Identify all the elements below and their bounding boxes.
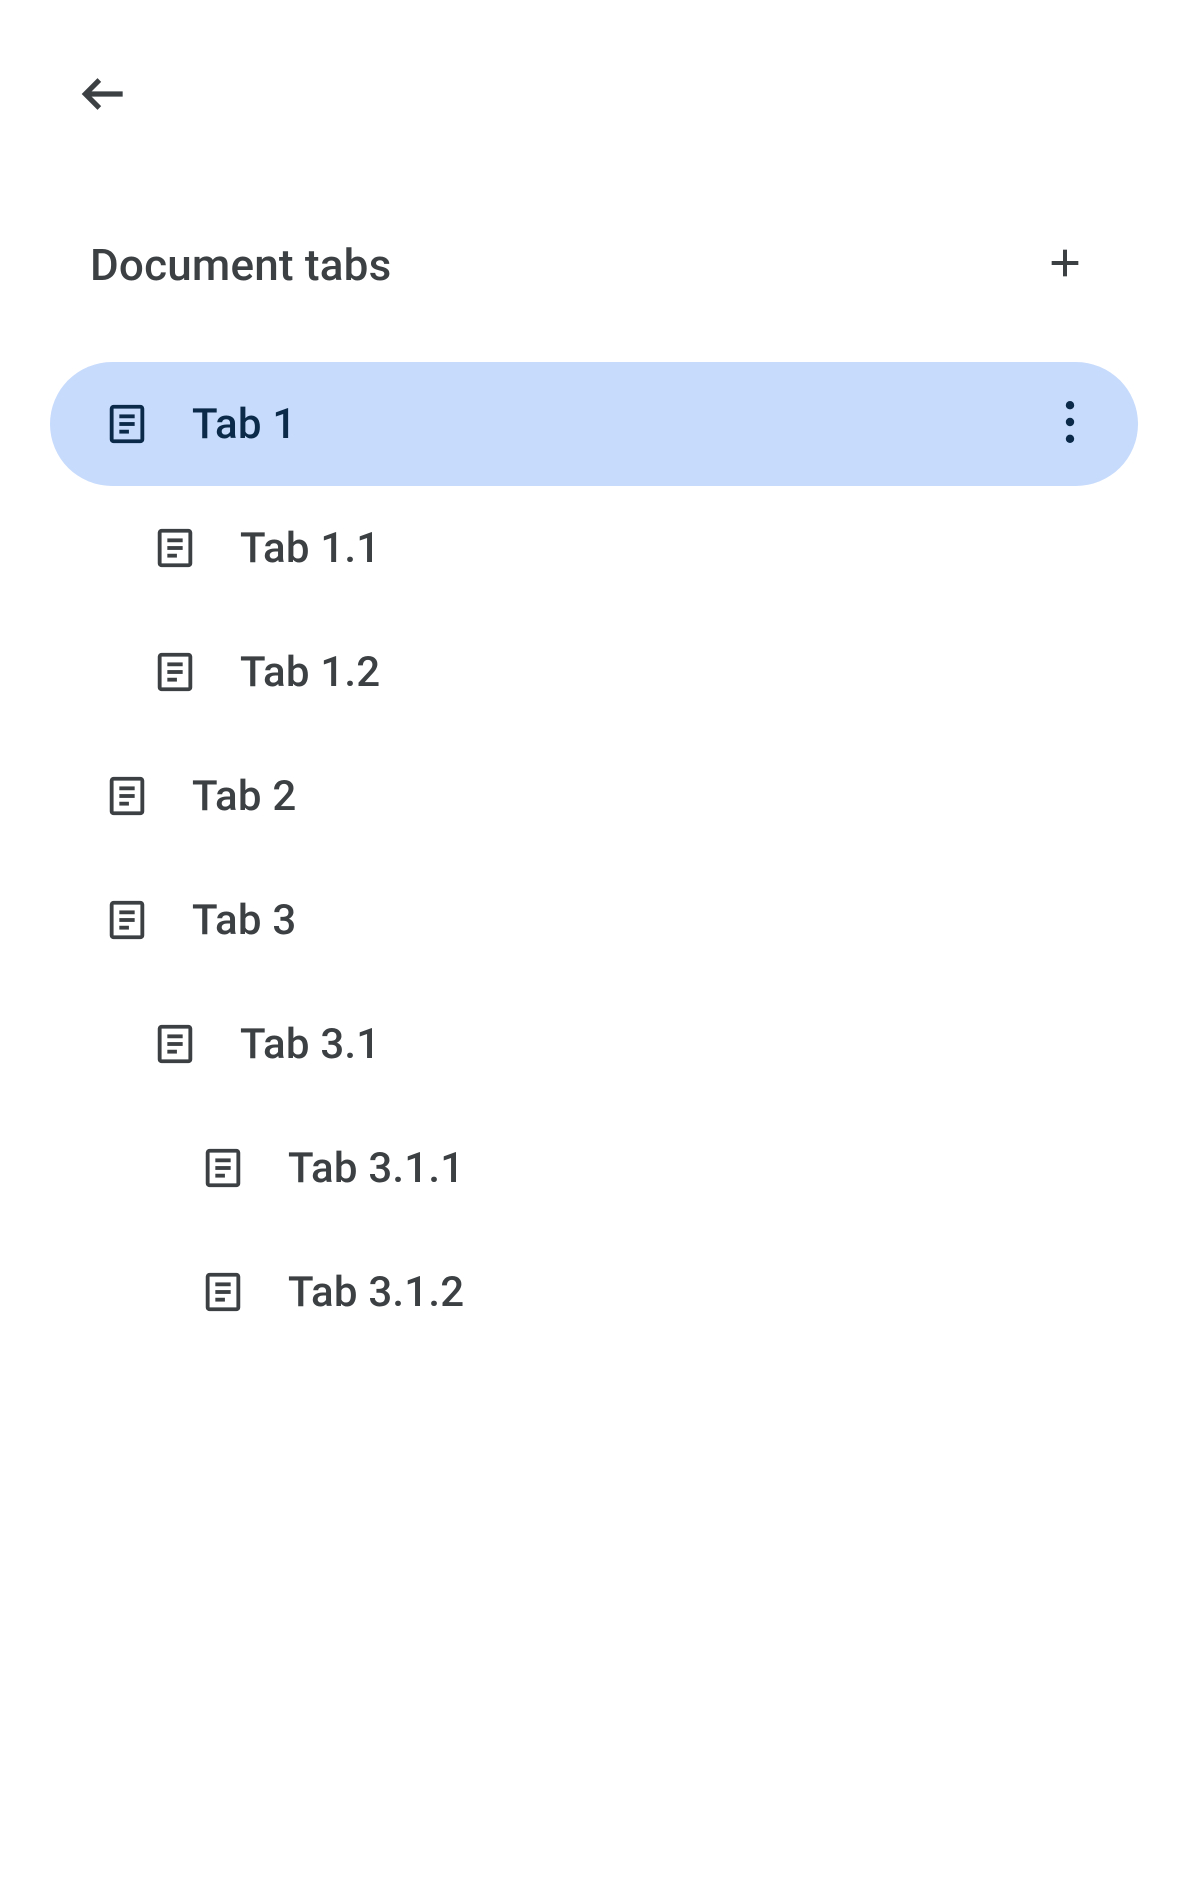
add-tab-button[interactable] [1030, 230, 1100, 300]
tab-item[interactable]: Tab 3.1.1 [50, 1106, 1138, 1230]
document-icon [150, 1019, 200, 1069]
arrow-left-icon [76, 66, 132, 126]
tab-label: Tab 1 [192, 400, 296, 449]
document-icon [102, 771, 152, 821]
panel-title: Document tabs [90, 239, 391, 291]
tab-item[interactable]: Tab 3 [50, 858, 1138, 982]
document-icon [198, 1143, 248, 1193]
document-icon [102, 895, 152, 945]
document-icon [150, 523, 200, 573]
more-vertical-icon [1065, 401, 1075, 447]
tab-item[interactable]: Tab 1.2 [50, 610, 1138, 734]
tab-label: Tab 3.1 [240, 1020, 380, 1069]
tabs-list: Tab 1 Tab 1.1 [50, 362, 1138, 1354]
panel-header: Document tabs [50, 230, 1138, 300]
tab-item[interactable]: Tab 1 [50, 362, 1138, 486]
document-icon [198, 1267, 248, 1317]
back-button[interactable] [64, 56, 144, 136]
tab-label: Tab 3 [192, 896, 296, 945]
tab-item[interactable]: Tab 3.1.2 [50, 1230, 1138, 1354]
tab-label: Tab 2 [192, 772, 296, 821]
tab-label: Tab 1.1 [240, 524, 380, 573]
tab-item[interactable]: Tab 2 [50, 734, 1138, 858]
tab-label: Tab 1.2 [240, 648, 380, 697]
tab-item[interactable]: Tab 3.1 [50, 982, 1138, 1106]
document-icon [102, 399, 152, 449]
plus-icon [1045, 243, 1085, 287]
document-icon [150, 647, 200, 697]
tab-item[interactable]: Tab 1.1 [50, 486, 1138, 610]
tab-label: Tab 3.1.2 [288, 1268, 464, 1317]
tab-label: Tab 3.1.1 [288, 1144, 464, 1193]
tab-more-button[interactable] [1040, 394, 1100, 454]
